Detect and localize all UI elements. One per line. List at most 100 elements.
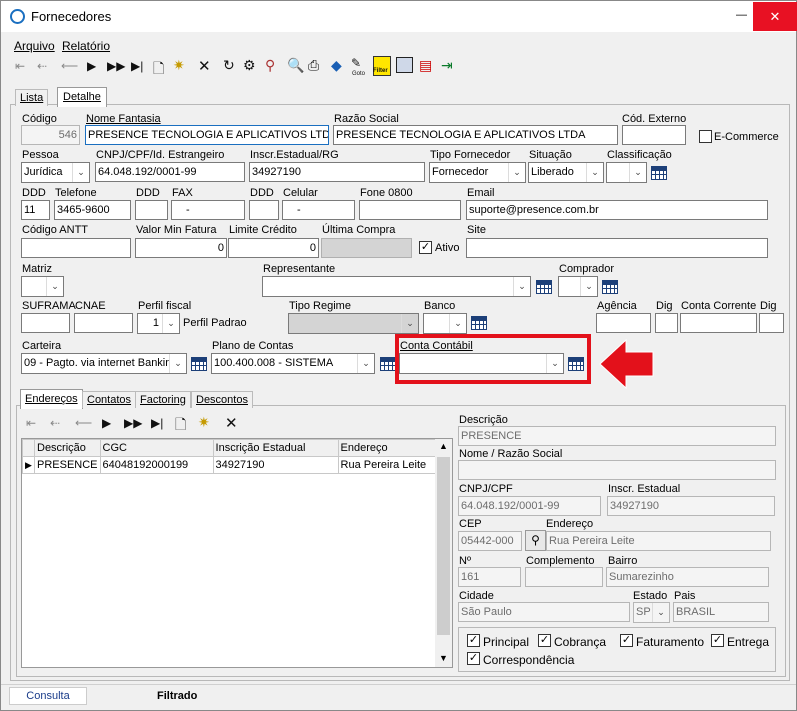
pessoa-select[interactable]: Jurídica ⌄	[21, 162, 90, 183]
inscr-field[interactable]: 34927190	[249, 162, 425, 182]
cod-externo-field[interactable]	[622, 125, 686, 145]
chevron-down-icon[interactable]: ⌄	[72, 163, 89, 182]
prior-record-icon[interactable]: ⟵	[61, 59, 78, 73]
principal-checkbox[interactable]: ✓	[467, 634, 480, 647]
matriz-select[interactable]: ⌄	[21, 276, 64, 297]
email-field[interactable]: suporte@presence.com.br	[466, 200, 768, 220]
grid-next-icon[interactable]: ▶	[102, 416, 111, 430]
classificacao-select[interactable]: ⌄	[606, 162, 647, 183]
menu-arquivo[interactable]: Arquivo	[14, 39, 55, 53]
chevron-down-icon[interactable]: ⌄	[162, 314, 179, 333]
preview-icon[interactable]: 🔍	[287, 57, 304, 74]
refresh-icon[interactable]: ↻	[223, 57, 235, 74]
chevron-down-icon[interactable]: ⌄	[508, 163, 525, 182]
tab-factoring[interactable]: Factoring	[135, 391, 191, 408]
next-page-icon[interactable]: ▶▶	[107, 59, 125, 73]
grid-header[interactable]: Endereço	[337, 439, 437, 457]
grid-prior-icon[interactable]: ⟵	[75, 416, 92, 430]
conta-contabil-lookup-icon[interactable]	[568, 357, 584, 371]
banco-select[interactable]: ⌄	[423, 313, 467, 334]
prior-page-icon[interactable]: ⇠	[37, 59, 47, 73]
grid-new-icon[interactable]: 🗋	[175, 414, 186, 438]
addr-numero-field[interactable]: 161	[458, 567, 521, 587]
dig1-field[interactable]	[655, 313, 678, 333]
grid-header[interactable]: CGC	[99, 439, 214, 457]
chevron-down-icon[interactable]: ⌄	[629, 163, 646, 182]
chevron-down-icon[interactable]: ⌄	[586, 163, 603, 182]
banco-lookup-icon[interactable]	[471, 316, 487, 330]
conta-contabil-select[interactable]: ⌄	[399, 353, 564, 374]
representante-select[interactable]: ⌄	[262, 276, 531, 297]
new-document-icon[interactable]: 🗋	[153, 58, 164, 82]
tab-contatos[interactable]: Contatos	[82, 391, 137, 408]
grid-cell[interactable]: Rua Pereira Leite	[337, 456, 437, 474]
scroll-down-icon[interactable]: ▼	[439, 653, 448, 663]
situacao-select[interactable]: Liberado ⌄	[528, 162, 604, 183]
tab-descontos[interactable]: Descontos	[191, 391, 253, 408]
grid-last-icon[interactable]: ▶|	[151, 416, 163, 430]
table-row[interactable]: ▶ PRESENCE 64048192000199 34927190 Rua P…	[22, 456, 437, 474]
chevron-down-icon[interactable]: ⌄	[357, 354, 374, 373]
razao-social-field[interactable]: PRESENCE TECNOLOGIA E APLICATIVOS LTDA	[333, 125, 618, 145]
chevron-down-icon[interactable]: ⌄	[449, 314, 466, 333]
carteira-select[interactable]: 09 - Pagto. via internet Bankin ⌄	[21, 353, 187, 374]
grid-delete-icon[interactable]: ✕	[225, 414, 238, 432]
close-button[interactable]: ✕	[753, 2, 797, 31]
celular-field[interactable]: -	[282, 200, 355, 220]
settings-icon[interactable]: ⚙	[243, 57, 256, 74]
agencia-field[interactable]	[596, 313, 651, 333]
delete-icon[interactable]: ✕	[198, 57, 211, 75]
first-record-icon[interactable]: ⇤	[15, 59, 25, 73]
plano-contas-select[interactable]: 100.400.008 - SISTEMA ⌄	[211, 353, 375, 374]
bookmark-icon[interactable]: ◆	[331, 57, 342, 74]
goto-icon[interactable]: ✎	[351, 56, 361, 70]
grid-cell[interactable]: 34927190	[212, 456, 339, 474]
chevron-down-icon[interactable]: ⌄	[546, 354, 563, 373]
last-record-icon[interactable]: ▶|	[131, 59, 143, 73]
correspondencia-checkbox[interactable]: ✓	[467, 652, 480, 665]
codigo-field[interactable]: 546	[21, 125, 80, 145]
dig2-field[interactable]	[759, 313, 784, 333]
addr-inscr-field[interactable]: 34927190	[607, 496, 775, 516]
chevron-down-icon[interactable]: ⌄	[580, 277, 597, 296]
comprador-select[interactable]: ⌄	[558, 276, 598, 297]
addr-cep-field[interactable]: 05442-000	[458, 531, 522, 551]
export-icon[interactable]: ▤	[419, 57, 432, 74]
scroll-up-icon[interactable]: ▲	[439, 441, 448, 451]
cobranca-checkbox[interactable]: ✓	[538, 634, 551, 647]
print-icon[interactable]: ⎙	[308, 57, 319, 74]
addr-cnpj-field[interactable]: 64.048.192/0001-99	[458, 496, 601, 516]
grid-first-icon[interactable]: ⇤	[26, 416, 36, 430]
tree-icon[interactable]: ⚲	[265, 57, 275, 74]
ddd3-field[interactable]	[249, 200, 279, 220]
ddd1-field[interactable]: 11	[21, 200, 50, 220]
chevron-down-icon[interactable]: ⌄	[652, 603, 669, 622]
representante-lookup-icon[interactable]	[536, 280, 552, 294]
tab-lista[interactable]: Lista	[15, 89, 49, 106]
grid-next-page-icon[interactable]: ▶▶	[124, 416, 142, 430]
site-field[interactable]	[466, 238, 768, 258]
addr-bairro-field[interactable]: Sumarezinho	[606, 567, 769, 587]
addr-pais-field[interactable]: BRASIL	[673, 602, 769, 622]
grid-scrollbar[interactable]: ▲ ▼	[435, 439, 452, 667]
nome-fantasia-field[interactable]: PRESENCE TECNOLOGIA E APLICATIVOS LTDA	[85, 125, 329, 145]
telefone-field[interactable]: 3465-9600	[54, 200, 131, 220]
classificacao-lookup-icon[interactable]	[651, 166, 667, 180]
antt-field[interactable]	[21, 238, 131, 258]
grid-cell[interactable]: 64048192000199	[99, 456, 214, 474]
suframa-field[interactable]	[21, 313, 70, 333]
faturamento-checkbox[interactable]: ✓	[620, 634, 633, 647]
grid-header[interactable]: Descrição	[34, 439, 101, 457]
grid-prior-page-icon[interactable]: ⇠	[50, 416, 60, 430]
minimize-button[interactable]: —	[736, 9, 747, 21]
grid-wizard-icon[interactable]: ✷	[198, 414, 210, 431]
perfil-fiscal-select[interactable]: 1 ⌄	[137, 313, 180, 334]
addr-descricao-field[interactable]: PRESENCE	[458, 426, 776, 446]
cep-search-icon[interactable]: ⚲	[525, 530, 546, 551]
chevron-down-icon[interactable]: ⌄	[169, 354, 186, 373]
cnae-field[interactable]	[74, 313, 133, 333]
addr-cidade-field[interactable]: São Paulo	[458, 602, 630, 622]
chevron-down-icon[interactable]: ⌄	[46, 277, 63, 296]
addr-nome-field[interactable]	[458, 460, 776, 480]
ativo-checkbox[interactable]: ✓	[419, 241, 432, 254]
